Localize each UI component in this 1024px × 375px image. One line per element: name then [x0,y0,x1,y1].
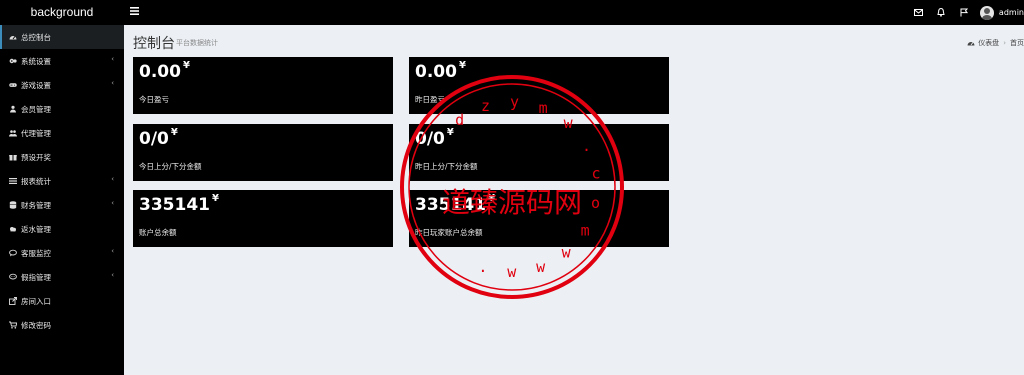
sidebar-item-game-settings[interactable]: 游戏设置 ‹ [0,73,124,97]
cogs-icon [8,57,17,66]
stat-card-yesterday-profit: 0.00 ¥ 昨日盈亏 [409,57,669,114]
chevron-left-icon: ‹ [111,55,114,63]
top-navbar: background admin [0,0,1024,25]
sidebar-item-label: 客服监控 [21,248,51,258]
currency-unit: ¥ [487,193,495,204]
envelope-icon[interactable] [907,0,930,25]
database-icon [8,201,17,210]
external-link-icon [8,297,17,306]
stat-label: 昨日玩家账户总余额 [415,228,483,237]
stat-card-today-deposit-withdraw: 0/0 ¥ 今日上分/下分金额 [133,124,393,181]
breadcrumb: 仪表盘 › 首页 [967,38,1024,48]
hamburger-icon[interactable] [130,4,139,20]
gamepad-icon [8,81,17,90]
gift-icon [8,153,17,162]
sidebar-item-label: 财务管理 [21,200,51,210]
sidebar-item-label: 游戏设置 [21,80,51,90]
stat-value: 0/0 ¥ [415,127,454,149]
stat-label: 昨日盈亏 [415,95,445,104]
sidebar-item-label: 房间入口 [21,296,51,306]
breadcrumb-separator: › [1003,39,1006,47]
stat-card-account-balance: 335141 ¥ 账户总余额 [133,190,393,247]
stat-label: 账户总余额 [139,228,177,237]
sidebar-item-preset-draw[interactable]: 预设开奖 [0,145,124,169]
sidebar-item-finance[interactable]: 财务管理 ‹ [0,193,124,217]
chevron-left-icon: ‹ [111,247,114,255]
navbar-right: admin [907,0,1024,25]
currency-unit: ¥ [446,127,454,138]
stat-value: 0/0 ¥ [139,127,178,149]
comment-icon [8,273,17,282]
dashboard-icon [967,39,975,47]
user-menu[interactable]: admin [979,5,1024,20]
bell-icon[interactable] [930,0,953,25]
stat-value: 0.00 ¥ [415,60,466,82]
sidebar-item-agents[interactable]: 代理管理 [0,121,124,145]
chevron-left-icon: ‹ [111,175,114,183]
breadcrumb-dashboard-link[interactable]: 仪表盘 [978,38,999,48]
sidebar-item-label: 报表统计 [21,176,51,186]
sidebar-item-rebate[interactable]: 返水管理 [0,217,124,241]
sidebar: 总控制台 系统设置 ‹ 游戏设置 ‹ 会员管理 代理管理 预设开奖 报表统计 ‹… [0,25,124,375]
list-icon [8,177,17,186]
stat-value: 0.00 ¥ [139,60,190,82]
app-logo[interactable]: background [0,0,124,25]
sidebar-item-dashboard[interactable]: 总控制台 [0,25,124,49]
avatar [979,5,994,20]
sidebar-item-label: 返水管理 [21,224,51,234]
sidebar-item-members[interactable]: 会员管理 [0,97,124,121]
breadcrumb-home-link[interactable]: 首页 [1010,38,1024,48]
sidebar-item-label: 代理管理 [21,128,51,138]
sidebar-item-label: 总控制台 [21,32,51,42]
currency-unit: ¥ [211,193,219,204]
main-content: 控制台 平台数据统计 仪表盘 › 首页 0.00 ¥ 今日盈亏 0.00 ¥ 昨日盈… [124,25,1024,375]
agents-icon [8,129,17,138]
users-icon [8,105,17,114]
sidebar-item-label: 预设开奖 [21,152,51,162]
sidebar-item-label: 系统设置 [21,56,51,66]
currency-unit: ¥ [170,127,178,138]
chevron-left-icon: ‹ [111,271,114,279]
stat-card-today-profit: 0.00 ¥ 今日盈亏 [133,57,393,114]
cloud-icon [8,225,17,234]
sidebar-item-support-monitor[interactable]: 客服监控 ‹ [0,241,124,265]
sidebar-item-fake-management[interactable]: 假指管理 ‹ [0,265,124,289]
page-title: 控制台 [133,36,175,52]
flag-icon[interactable] [953,0,976,25]
stat-label: 今日上分/下分金额 [139,162,202,171]
username: admin [998,8,1024,17]
stat-label: 昨日上分/下分金额 [415,162,478,171]
dashboard-icon [8,33,17,42]
stat-card-yesterday-player-balance: 335141 ¥ 昨日玩家账户总余额 [409,190,669,247]
sidebar-item-label: 修改密码 [21,320,51,330]
stat-label: 今日盈亏 [139,95,169,104]
cart-icon [8,321,17,330]
comments-icon [8,249,17,258]
sidebar-item-label: 假指管理 [21,272,51,282]
sidebar-item-change-password[interactable]: 修改密码 [0,313,124,337]
chevron-left-icon: ‹ [111,79,114,87]
currency-unit: ¥ [182,60,190,71]
sidebar-item-system-settings[interactable]: 系统设置 ‹ [0,49,124,73]
chevron-left-icon: ‹ [111,199,114,207]
stat-value: 335141 ¥ [139,193,219,215]
stat-card-yesterday-deposit-withdraw: 0/0 ¥ 昨日上分/下分金额 [409,124,669,181]
sidebar-item-label: 会员管理 [21,104,51,114]
sidebar-item-room-entry[interactable]: 房间入口 [0,289,124,313]
stat-value: 335141 ¥ [415,193,495,215]
page-subtitle: 平台数据统计 [176,39,218,47]
sidebar-item-reports[interactable]: 报表统计 ‹ [0,169,124,193]
currency-unit: ¥ [458,60,466,71]
